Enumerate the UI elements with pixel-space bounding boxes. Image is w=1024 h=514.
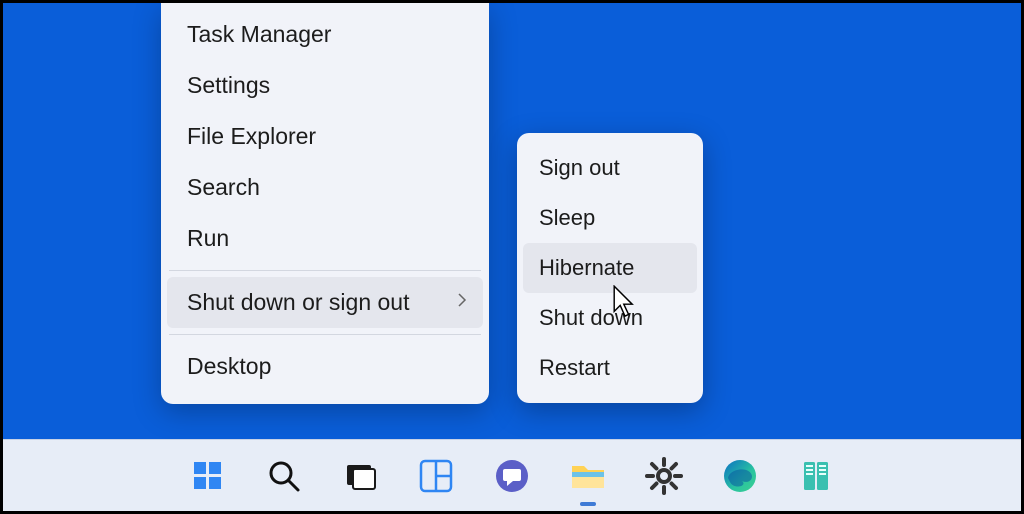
submenu-item-hibernate[interactable]: Hibernate <box>523 243 697 293</box>
menu-item-label: Search <box>187 174 260 201</box>
taskbar <box>3 439 1021 511</box>
menu-separator <box>169 270 481 271</box>
menu-item-shutdown-signout[interactable]: Shut down or sign out <box>167 277 483 328</box>
menu-item-settings[interactable]: Settings <box>161 60 489 111</box>
menu-item-label: Desktop <box>187 353 271 380</box>
file-explorer-icon <box>568 456 608 496</box>
server-manager-icon <box>796 456 836 496</box>
menu-item-label: Hibernate <box>539 255 634 281</box>
taskbar-widgets-button[interactable] <box>412 452 460 500</box>
taskbar-edge-button[interactable] <box>716 452 764 500</box>
menu-item-file-explorer[interactable]: File Explorer <box>161 111 489 162</box>
edge-icon <box>720 456 760 496</box>
menu-item-label: Settings <box>187 72 270 99</box>
menu-item-run[interactable]: Run <box>161 213 489 264</box>
start-icon <box>188 456 228 496</box>
taskbar-search-button[interactable] <box>260 452 308 500</box>
menu-item-label: File Explorer <box>187 123 316 150</box>
task-view-icon <box>340 456 380 496</box>
menu-item-label: Sleep <box>539 205 595 231</box>
search-icon <box>264 456 304 496</box>
winx-context-menu: Task Manager Settings File Explorer Sear… <box>161 3 489 404</box>
menu-item-desktop[interactable]: Desktop <box>161 341 489 392</box>
widgets-icon <box>416 456 456 496</box>
submenu-item-shut-down[interactable]: Shut down <box>517 293 703 343</box>
gear-icon <box>644 456 684 496</box>
menu-item-label: Restart <box>539 355 610 381</box>
taskbar-server-manager-button[interactable] <box>792 452 840 500</box>
menu-item-label: Shut down <box>539 305 643 331</box>
menu-item-label: Sign out <box>539 155 620 181</box>
taskbar-task-view-button[interactable] <box>336 452 384 500</box>
chat-icon <box>492 456 532 496</box>
submenu-item-sleep[interactable]: Sleep <box>517 193 703 243</box>
taskbar-chat-button[interactable] <box>488 452 536 500</box>
taskbar-settings-button[interactable] <box>640 452 688 500</box>
menu-item-label: Shut down or sign out <box>187 289 409 316</box>
menu-item-label: Task Manager <box>187 21 331 48</box>
submenu-item-restart[interactable]: Restart <box>517 343 703 393</box>
taskbar-start-button[interactable] <box>184 452 232 500</box>
menu-item-task-manager[interactable]: Task Manager <box>161 9 489 60</box>
submenu-item-sign-out[interactable]: Sign out <box>517 143 703 193</box>
menu-item-label: Run <box>187 225 229 252</box>
taskbar-file-explorer-button[interactable] <box>564 452 612 500</box>
chevron-right-icon <box>457 291 467 314</box>
power-submenu: Sign out Sleep Hibernate Shut down Resta… <box>517 133 703 403</box>
menu-separator <box>169 334 481 335</box>
menu-item-search[interactable]: Search <box>161 162 489 213</box>
